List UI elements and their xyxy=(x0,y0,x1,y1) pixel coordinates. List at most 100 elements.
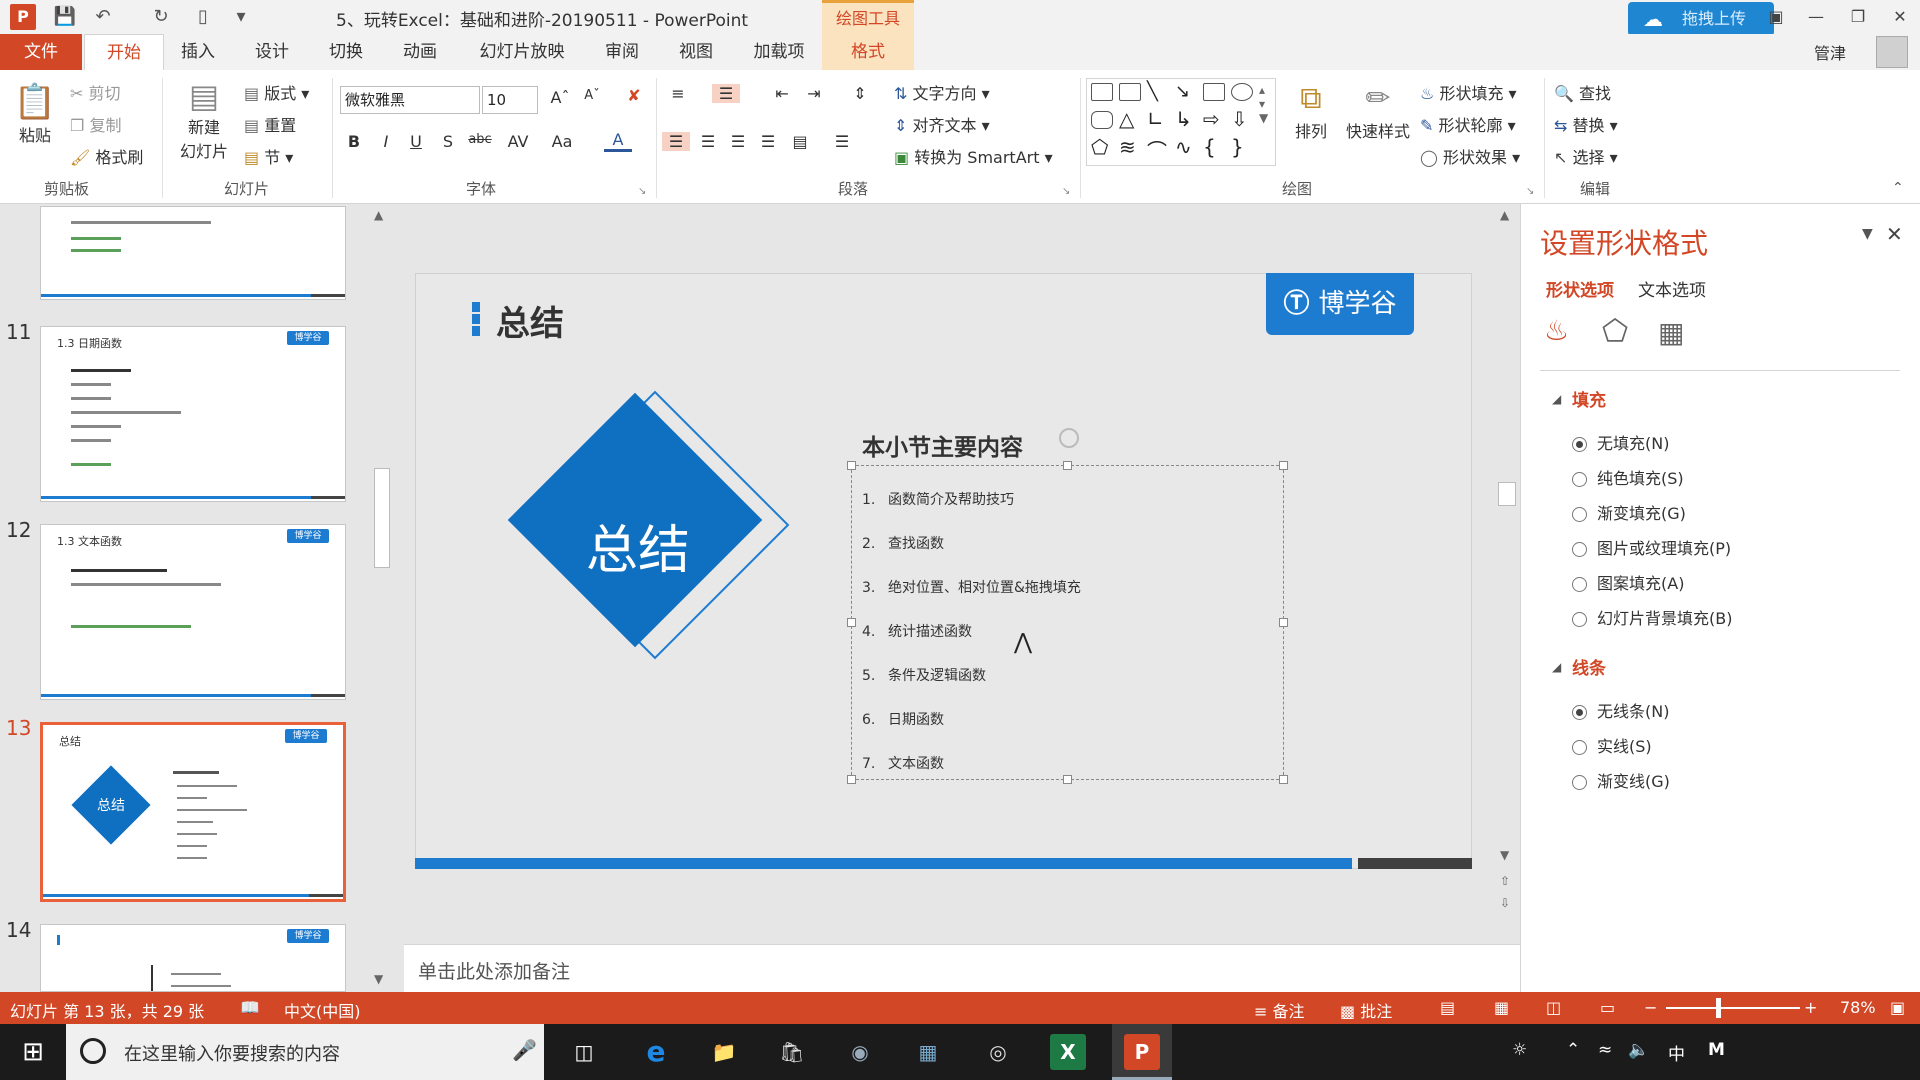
content-heading[interactable]: 本小节主要内容 xyxy=(862,428,1023,462)
replace-button[interactable]: ⇆ 替换 ▾ xyxy=(1554,112,1618,136)
select-button[interactable]: ↖ 选择 ▾ xyxy=(1554,144,1618,168)
gallery-scroll-icon[interactable]: ▴ ▾ ▼ xyxy=(1259,83,1268,125)
obs-icon[interactable]: ◎ xyxy=(980,1034,1016,1070)
tab-animations[interactable]: 动画 xyxy=(392,34,448,70)
resize-handle[interactable] xyxy=(1279,618,1288,627)
reading-view-icon[interactable]: ◫ xyxy=(1546,998,1561,1017)
slide-sorter-icon[interactable]: ▦ xyxy=(1494,998,1509,1017)
right-arrow-shape-icon[interactable]: ⇨ xyxy=(1203,107,1220,131)
task-view-icon[interactable]: ◫ xyxy=(566,1034,602,1070)
ime-indicator[interactable]: 中 xyxy=(1668,1040,1685,1065)
tab-insert[interactable]: 插入 xyxy=(170,34,226,70)
shape-fill-button[interactable]: ♨ 形状填充 ▾ xyxy=(1420,80,1517,104)
font-dialog-launcher-icon[interactable]: ↘ xyxy=(638,186,646,197)
oval-shape-icon[interactable] xyxy=(1231,83,1253,101)
align-right-icon[interactable]: ☰ xyxy=(724,132,752,151)
rounded-rect-shape-icon[interactable] xyxy=(1091,111,1113,129)
line-shape-icon[interactable]: ╲ xyxy=(1147,81,1158,102)
microphone-icon[interactable]: 🎤 xyxy=(512,1038,537,1062)
arc-shape-icon[interactable]: ⌒ xyxy=(1147,135,1167,164)
tab-transitions[interactable]: 切换 xyxy=(318,34,374,70)
remote-app-icon[interactable]: ◉ xyxy=(842,1034,878,1070)
character-spacing-button[interactable]: AV xyxy=(500,132,536,151)
avatar[interactable] xyxy=(1876,36,1908,68)
shape-effects-button[interactable]: ◯ 形状效果 ▾ xyxy=(1420,144,1520,168)
zoom-slider[interactable] xyxy=(1666,1007,1800,1009)
quick-styles-button[interactable]: ✏ 快速样式 xyxy=(1342,80,1414,142)
radio-solid-line[interactable]: 实线(S) xyxy=(1572,733,1652,757)
radio-no-fill[interactable]: 无填充(N) xyxy=(1572,430,1669,454)
bold-button[interactable]: B xyxy=(340,132,368,151)
collapse-line-icon[interactable]: ◢ xyxy=(1552,660,1561,674)
scroll-up-icon[interactable]: ▲ xyxy=(1500,208,1509,222)
zoom-in-icon[interactable]: + xyxy=(1804,998,1817,1017)
align-center-icon[interactable]: ☰ xyxy=(694,132,722,151)
text-direction-button[interactable]: ⇅ 文字方向 ▾ xyxy=(894,80,990,104)
align-text-button[interactable]: ⇕ 对齐文本 ▾ xyxy=(894,112,990,136)
elbow-arrow-shape-icon[interactable]: ↳ xyxy=(1175,107,1192,131)
drawing-dialog-launcher-icon[interactable]: ↘ xyxy=(1526,186,1534,197)
tray-chevron-icon[interactable]: ⌃ xyxy=(1566,1040,1580,1060)
ime-mode-indicator[interactable]: M xyxy=(1708,1040,1725,1060)
editor-scrollbar[interactable]: ▲ ▼ ⇧ ⇩ xyxy=(1496,206,1518,936)
tab-slideshow[interactable]: 幻灯片放映 xyxy=(470,34,574,70)
rotate-handle[interactable] xyxy=(1059,428,1079,448)
left-brace-shape-icon[interactable]: { xyxy=(1203,135,1216,159)
decrease-font-icon[interactable]: Aˇ xyxy=(578,88,606,103)
slideshow-view-icon[interactable]: ▭ xyxy=(1600,998,1615,1017)
close-pane-icon[interactable]: ✕ xyxy=(1886,222,1903,246)
tab-design[interactable]: 设计 xyxy=(244,34,300,70)
layout-button[interactable]: ▤ 版式 ▾ xyxy=(244,80,309,104)
increase-indent-icon[interactable]: ⇥ xyxy=(800,84,828,103)
paste-button[interactable]: 📋 粘贴 xyxy=(12,82,58,146)
paragraph-dialog-launcher-icon[interactable]: ↘ xyxy=(1062,186,1070,197)
copy-button[interactable]: ❐ 复制 xyxy=(70,112,121,136)
underline-button[interactable]: U xyxy=(402,132,430,151)
zoom-slider-thumb[interactable] xyxy=(1716,998,1721,1018)
network-icon[interactable]: ≈ xyxy=(1598,1040,1612,1060)
slide-thumbnail-12[interactable]: 1.3 文本函数 博学谷 xyxy=(40,524,346,700)
change-case-button[interactable]: Aa xyxy=(546,132,578,151)
store-icon[interactable]: 🛍 xyxy=(774,1034,810,1070)
freeform-shape-icon[interactable]: ≋ xyxy=(1119,135,1136,159)
powerpoint-icon[interactable]: P xyxy=(1124,1034,1160,1070)
triangle-shape-icon[interactable]: △ xyxy=(1119,107,1134,131)
normal-view-icon[interactable]: ▤ xyxy=(1440,998,1455,1017)
zoom-level[interactable]: 78% xyxy=(1840,998,1876,1017)
shape-outline-button[interactable]: ✎ 形状轮廓 ▾ xyxy=(1420,112,1516,136)
notes-placeholder[interactable]: 单击此处添加备注 xyxy=(418,957,570,984)
radio-no-line[interactable]: 无线条(N) xyxy=(1572,698,1669,722)
restore-icon[interactable]: ❐ xyxy=(1842,4,1874,30)
radio-gradient-fill[interactable]: 渐变填充(G) xyxy=(1572,500,1686,524)
distributed-icon[interactable]: ▤ xyxy=(786,132,814,151)
line-spacing-icon[interactable]: ⇕ xyxy=(846,84,874,103)
next-slide-icon[interactable]: ⇩ xyxy=(1500,896,1510,910)
resize-handle[interactable] xyxy=(1279,461,1288,470)
tab-home[interactable]: 开始 xyxy=(84,34,164,70)
effects-pentagon-icon[interactable]: ⬠ xyxy=(1602,314,1628,349)
italic-button[interactable]: I xyxy=(372,132,400,151)
pane-options-icon[interactable]: ▼ xyxy=(1862,226,1873,242)
strikethrough-button[interactable]: abc xyxy=(466,132,494,147)
start-from-beginning-icon[interactable]: ▯ xyxy=(190,5,216,29)
zoom-out-icon[interactable]: − xyxy=(1644,998,1657,1017)
people-icon[interactable]: ☼ xyxy=(1512,1040,1527,1060)
radio-gradient-line[interactable]: 渐变线(G) xyxy=(1572,768,1670,792)
resize-handle[interactable] xyxy=(847,775,856,784)
scroll-thumb[interactable] xyxy=(374,468,390,568)
slide-title[interactable]: 总结 xyxy=(496,296,564,345)
align-left-icon[interactable]: ☰ xyxy=(662,132,690,151)
curve-shape-icon[interactable]: ∿ xyxy=(1175,135,1192,159)
close-icon[interactable]: ✕ xyxy=(1884,4,1916,30)
windows-start-icon[interactable]: ⊞ xyxy=(0,1024,66,1080)
font-color-button[interactable]: A xyxy=(604,130,632,152)
section-button[interactable]: ▤ 节 ▾ xyxy=(244,144,293,168)
notes-pane[interactable] xyxy=(404,944,1520,992)
ribbon-display-options-icon[interactable]: ▣ xyxy=(1760,4,1792,30)
resize-handle[interactable] xyxy=(847,461,856,470)
slide-thumbnail-14[interactable]: 博学谷 xyxy=(40,924,346,992)
convert-smartart-button[interactable]: ▣ 转换为 SmartArt ▾ xyxy=(894,144,1053,168)
text-shadow-button[interactable]: S xyxy=(434,132,462,151)
tab-shape-options[interactable]: 形状选项 xyxy=(1546,276,1614,301)
vertical-textbox-shape-icon[interactable] xyxy=(1119,83,1141,101)
